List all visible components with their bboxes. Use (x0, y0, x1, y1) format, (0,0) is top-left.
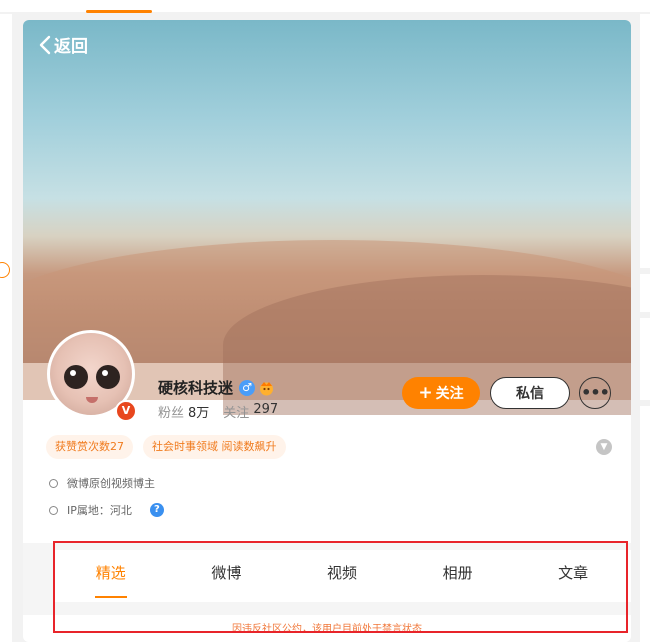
verified-badge-icon: V (115, 400, 137, 422)
tabs-section: 精选 微博 视频 相册 文章 因违反社区公约，该用户目前处于禁言状态 (23, 543, 631, 642)
gender-male-icon: ♂ (239, 379, 256, 396)
tag-trending[interactable]: 社会时事领域 阅读数飙升 (143, 435, 286, 459)
back-button[interactable]: 返回 (39, 32, 88, 57)
follow-stats: 粉丝 8万 关注 297 (158, 402, 278, 421)
creator-info: 微博原创视频博主 (49, 475, 155, 491)
fans-label: 粉丝 (158, 406, 185, 421)
tab-weibo[interactable]: 微博 (169, 550, 285, 602)
vip-crown-icon[interactable] (258, 380, 275, 396)
right-strip-divider (640, 400, 650, 406)
more-icon: ••• (581, 383, 610, 402)
message-button-label: 私信 (516, 386, 544, 402)
chevron-left-icon (39, 35, 51, 54)
right-strip-divider (640, 312, 650, 318)
avatar-eye (96, 365, 120, 389)
follow-button-label: 关注 (435, 386, 464, 402)
shield-icon (49, 478, 58, 488)
ip-location: IP属地：河北 (67, 504, 132, 517)
right-sidebar-strip (640, 14, 650, 642)
more-button[interactable]: ••• (579, 377, 611, 409)
tab-video[interactable]: 视频 (284, 550, 400, 602)
follow-button[interactable]: + 关注 (402, 377, 480, 409)
avatar-eye (64, 365, 88, 389)
profile-card: 返回 V 硬核科技迷 ♂ 粉丝 8万 关注 297 + 关注 私信 ••• 获赞… (23, 20, 631, 642)
top-nav-active-indicator (86, 10, 152, 13)
ip-icon (49, 505, 58, 515)
message-button[interactable]: 私信 (490, 377, 570, 409)
ip-info: IP属地：河北 ? (49, 502, 164, 518)
tab-album[interactable]: 相册 (400, 550, 516, 602)
user-name: 硬核科技迷 (158, 379, 234, 397)
tab-featured[interactable]: 精选 (53, 550, 169, 602)
help-icon[interactable]: ? (149, 503, 164, 517)
tab-articles[interactable]: 文章 (515, 550, 631, 602)
following-count[interactable]: 297 (253, 402, 278, 421)
plus-icon: + (418, 383, 433, 403)
cover-image: 返回 (23, 20, 631, 415)
back-label: 返回 (54, 37, 88, 57)
following-label: 关注 (223, 406, 250, 421)
creator-label: 微博原创视频博主 (67, 477, 155, 490)
right-strip-divider (640, 268, 650, 274)
profile-tabs: 精选 微博 视频 相册 文章 (53, 550, 631, 602)
sidebar-mini-icon[interactable] (0, 262, 10, 278)
chevron-down-icon[interactable]: ▼ (596, 439, 612, 455)
profile-tags: 获赞赏次数27 社会时事领域 阅读数飙升 (46, 435, 296, 459)
ban-notice: 因违反社区公约，该用户目前处于禁言状态 (23, 615, 631, 642)
avatar-mouth (86, 397, 98, 403)
left-sidebar-strip (0, 14, 12, 642)
fans-count[interactable]: 8万 (188, 402, 209, 421)
tag-likes[interactable]: 获赞赏次数27 (46, 435, 133, 459)
top-nav-bar (0, 0, 650, 13)
name-row: 硬核科技迷 ♂ (158, 377, 275, 398)
